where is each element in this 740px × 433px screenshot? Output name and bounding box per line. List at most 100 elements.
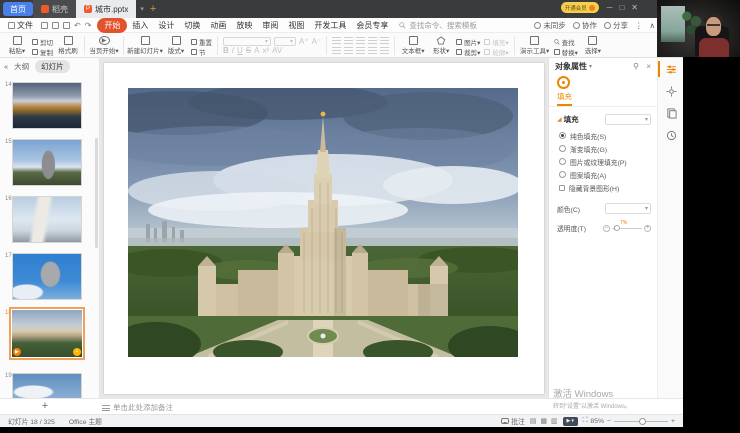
slider-track[interactable]: 7%	[612, 228, 642, 229]
sync-status[interactable]: 未同步	[534, 20, 566, 31]
text-direction-icon[interactable]	[380, 47, 389, 54]
numbering-icon[interactable]	[344, 37, 353, 44]
copy-button[interactable]: 复制	[32, 47, 53, 57]
quick-add-badge-icon[interactable]: +	[73, 348, 81, 356]
slide-thumbnail-18-selected[interactable]: 18 ▶ +	[0, 310, 99, 363]
menu-item-devtools[interactable]: 开发工具	[309, 18, 351, 33]
menu-item-transitions[interactable]: 切换	[179, 18, 205, 33]
bullets-icon[interactable]	[332, 37, 341, 44]
panel-title-caret-icon[interactable]: ▾	[589, 63, 592, 70]
close-button[interactable]: ✕	[631, 3, 638, 12]
menu-item-member[interactable]: 会员专享	[351, 18, 393, 33]
crop-button[interactable]: 裁剪▾	[456, 47, 480, 57]
italic-button[interactable]: I	[232, 46, 234, 55]
slide-18-canvas[interactable]	[104, 63, 544, 394]
select-button[interactable]: 选择▾	[580, 35, 606, 56]
normal-view-icon[interactable]: ▤	[530, 417, 537, 425]
new-tab-button[interactable]: +	[150, 3, 156, 15]
add-slide-button[interactable]: +	[38, 400, 52, 412]
find-button[interactable]: 查找	[554, 37, 578, 47]
redo-icon[interactable]: ↷	[85, 21, 92, 30]
text-box-button[interactable]: 文本框▾	[398, 35, 428, 56]
new-slide-button[interactable]: 新建幻灯片▾	[127, 35, 163, 56]
align-right-icon[interactable]	[356, 47, 365, 54]
command-search[interactable]: 查找命令、搜索模板	[399, 20, 477, 31]
slide-thumbnail-19[interactable]: 19	[0, 373, 99, 398]
collapse-ribbon-icon[interactable]: ∧	[650, 21, 656, 30]
tab-slides[interactable]: 幻灯片	[35, 60, 70, 73]
tab-outline[interactable]: 大纲	[14, 61, 29, 72]
font-name-select[interactable]: ▾	[223, 37, 271, 46]
save-icon[interactable]	[41, 22, 48, 29]
increase-indent-icon[interactable]	[368, 37, 377, 44]
thumbnail-scrollbar[interactable]	[95, 138, 98, 248]
slide-thumbnail-14[interactable]: 14	[0, 82, 99, 129]
decrease-indent-icon[interactable]	[356, 37, 365, 44]
menu-item-view[interactable]: 视图	[283, 18, 309, 33]
increase-transparency-icon[interactable]: +	[644, 225, 651, 232]
play-from-current-button[interactable]: ▶ 当页开始▾	[88, 35, 120, 56]
undo-icon[interactable]: ↶	[74, 21, 81, 30]
increase-font-icon[interactable]: A⁺	[299, 37, 309, 46]
align-left-icon[interactable]	[332, 47, 341, 54]
maximize-button[interactable]: □	[619, 3, 624, 12]
comment-button[interactable]: 批注	[501, 416, 525, 426]
slideshow-button[interactable]: ▶▾	[563, 417, 578, 426]
strip-properties-icon[interactable]	[658, 58, 683, 80]
slider-handle[interactable]	[614, 225, 620, 231]
char-spacing-icon[interactable]: AV	[272, 46, 282, 55]
shapes-button[interactable]: 形状▾	[428, 35, 454, 56]
reading-view-icon[interactable]: ▥	[551, 417, 558, 425]
zoom-slider[interactable]	[614, 421, 668, 422]
line-spacing-icon[interactable]	[380, 37, 389, 44]
menu-item-insert[interactable]: 插入	[127, 18, 153, 33]
fill-option-solid[interactable]: 纯色填充(S)	[549, 129, 657, 142]
zoom-in-icon[interactable]: +	[671, 418, 675, 425]
tab-list-caret-icon[interactable]: ▾	[140, 5, 144, 13]
section-arrow-icon[interactable]: ◢	[557, 116, 562, 123]
slide-thumbnail-16[interactable]: 16	[0, 196, 99, 243]
fill-option-pattern[interactable]: 图案填充(A)	[549, 168, 657, 181]
fit-slide-icon[interactable]: ⛶	[583, 417, 588, 425]
section-button[interactable]: 节	[191, 47, 212, 57]
slide-thumbnail-15[interactable]: 15	[0, 139, 99, 186]
strip-history-icon[interactable]	[658, 124, 683, 146]
home-tab[interactable]: 首页	[3, 2, 33, 16]
presentation-tools-button[interactable]: 演示工具▾	[518, 35, 552, 56]
font-color-icon[interactable]: A	[254, 46, 259, 55]
menu-item-review[interactable]: 审阅	[257, 18, 283, 33]
close-panel-icon[interactable]: ×	[646, 62, 651, 71]
hide-background-graphics-checkbox[interactable]: 隐藏背景图形(H)	[549, 181, 657, 194]
zoom-out-icon[interactable]: −	[607, 418, 611, 425]
print-preview-icon[interactable]	[63, 22, 70, 29]
zoom-slider-handle[interactable]	[639, 418, 646, 425]
outline-button[interactable]: 轮廓▾	[484, 47, 508, 57]
paste-button[interactable]: 粘贴▾	[4, 35, 30, 56]
menu-item-home[interactable]: 开始	[97, 18, 127, 33]
zoom-level[interactable]: 85%	[590, 418, 604, 425]
replace-button[interactable]: 替换▾	[554, 47, 578, 57]
file-menu[interactable]: 文件	[8, 20, 33, 31]
picture-button[interactable]: 图片▾	[456, 37, 480, 47]
menu-item-animation[interactable]: 动画	[205, 18, 231, 33]
slide-sorter-icon[interactable]: ▦	[540, 417, 547, 425]
strip-clipboard-icon[interactable]	[658, 102, 683, 124]
slide-thumbnail-17[interactable]: 17	[0, 253, 99, 300]
fill-tab[interactable]: 填充	[549, 74, 657, 107]
layout-button[interactable]: 版式▾	[163, 35, 189, 56]
theme-name[interactable]: Office 主题	[69, 416, 102, 426]
highlight-icon[interactable]: x²	[262, 46, 269, 55]
collapse-panel-icon[interactable]: «	[4, 62, 8, 71]
pin-panel-icon[interactable]	[632, 62, 640, 70]
cut-button[interactable]: 剪切	[32, 37, 53, 47]
share-button[interactable]: 分享	[604, 20, 628, 31]
justify-icon[interactable]	[368, 47, 377, 54]
fill-button[interactable]: 填充▾	[484, 37, 508, 47]
slide-photo[interactable]	[128, 88, 518, 357]
color-select[interactable]: ▾	[605, 203, 651, 214]
format-painter-button[interactable]: 格式刷	[55, 35, 81, 56]
document-tab[interactable]: P 城市.pptx	[76, 0, 136, 18]
more-menu-icon[interactable]: ⋮	[635, 21, 643, 30]
fill-preset-select[interactable]: ▾	[605, 114, 651, 125]
collaborate-button[interactable]: 协作	[573, 20, 597, 31]
